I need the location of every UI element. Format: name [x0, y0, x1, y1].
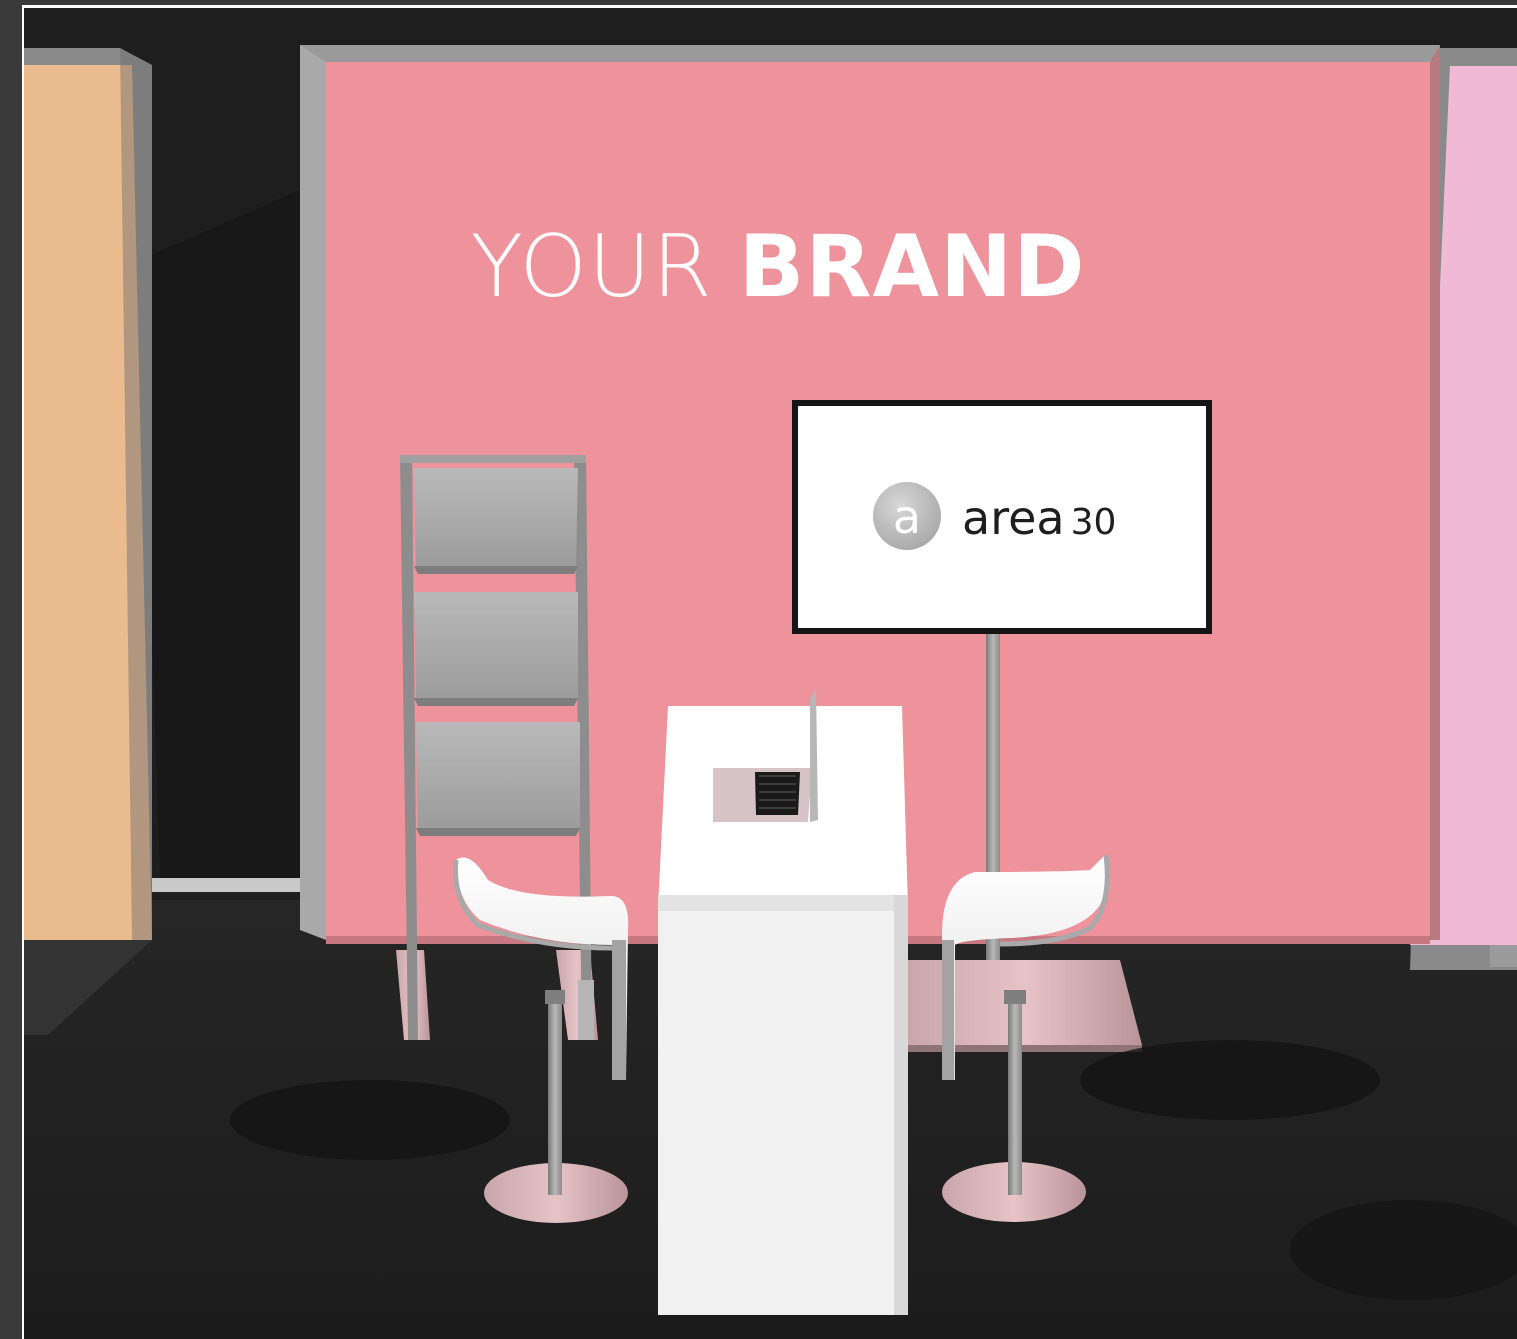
brand-light-word: YOUR — [471, 217, 713, 317]
brand-bold-word: BRAND — [739, 217, 1086, 317]
brand-headline: YOUR BRAND — [471, 217, 1086, 317]
logo-number: 30 — [1071, 502, 1117, 543]
brochure-shelf — [414, 592, 578, 706]
exhibition-booth-scene: YOUR BRAND a area 30 — [0, 0, 1517, 1339]
brochure-shelf — [414, 468, 578, 574]
display-monitor: a area 30 — [792, 400, 1212, 634]
brochure-shelf — [416, 722, 580, 836]
wall-shadow-left — [140, 190, 300, 880]
logo-letter: a — [893, 490, 921, 544]
floor-shadow — [1080, 1040, 1380, 1120]
floor-shadow — [230, 1080, 510, 1160]
peach-wall-panel — [24, 48, 152, 1035]
logo-word: area — [962, 491, 1065, 545]
